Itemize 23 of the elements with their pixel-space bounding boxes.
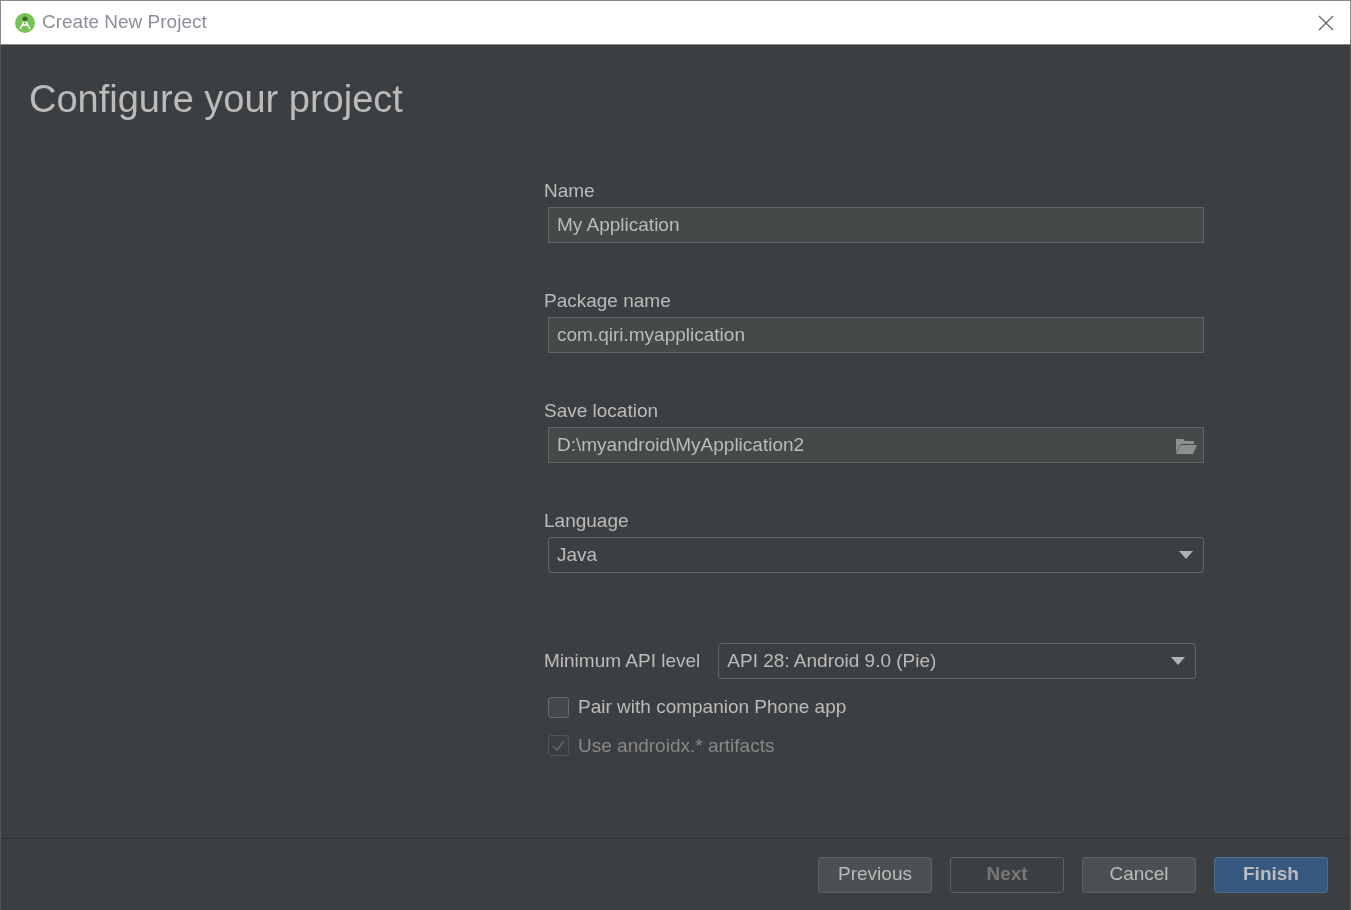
input-field[interactable]: D:\myandroid\MyApplication2	[548, 427, 1204, 463]
folder-icon[interactable]	[1175, 436, 1197, 454]
checkbox-label: Use androidx.* artifacts	[578, 733, 775, 758]
dialog-button[interactable]: Finish	[1214, 856, 1328, 893]
dropdown-caret-icon	[1179, 551, 1193, 559]
dropdown-caret-icon	[1171, 657, 1186, 665]
api-level-dropdown[interactable]: API 28: Android 9.0 (Pie)	[718, 643, 1197, 679]
field-label: Minimum API level	[544, 648, 701, 673]
dialog-button[interactable]: Previous	[818, 856, 932, 893]
input-field[interactable]: com.qiri.myapplication	[548, 317, 1204, 353]
window-title: Create New Project	[42, 10, 208, 35]
dialog-button[interactable]: Cancel	[1082, 856, 1196, 893]
language-dropdown[interactable]: Java	[548, 537, 1204, 573]
checkbox[interactable]	[548, 696, 569, 718]
close-icon[interactable]	[1318, 14, 1334, 31]
field-label: Name	[544, 179, 596, 203]
android-logo-icon	[15, 12, 35, 33]
field-label: Package name	[544, 289, 672, 313]
field-label: Language	[544, 509, 630, 533]
checkbox-label: Pair with companion Phone app	[578, 695, 847, 719]
page-heading: Configure your project	[28, 77, 404, 122]
input-field[interactable]: My Application	[548, 207, 1204, 243]
field-label: Save location	[544, 399, 660, 423]
